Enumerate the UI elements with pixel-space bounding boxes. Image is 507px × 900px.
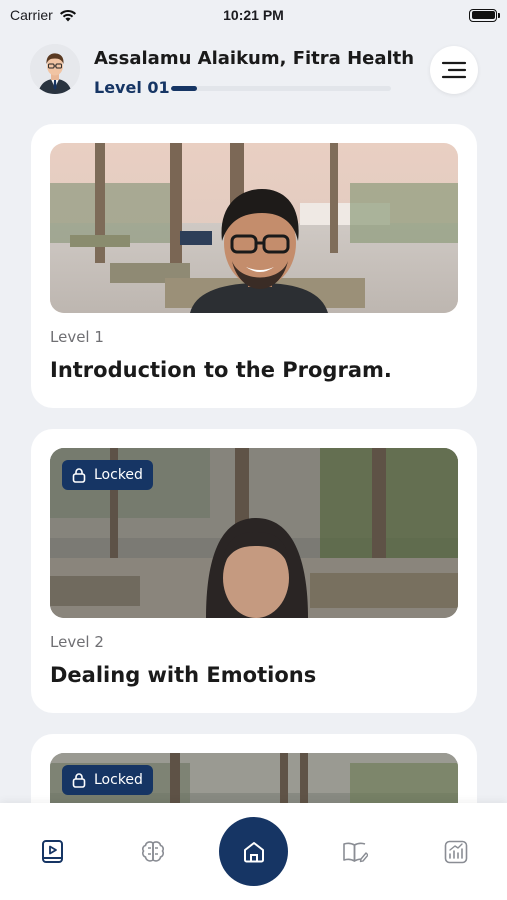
nav-video-lessons[interactable]: [40, 839, 66, 865]
carrier-label: Carrier: [10, 7, 53, 23]
lesson-level: Level 2: [50, 633, 104, 651]
locked-badge: Locked: [62, 765, 153, 795]
nav-home-button[interactable]: [219, 817, 288, 886]
brain-icon: [142, 841, 164, 862]
lesson-title: Dealing with Emotions: [50, 663, 317, 687]
level-progress-fill: [171, 86, 198, 91]
lesson-card-1[interactable]: Level 1 Introduction to the Program.: [31, 124, 477, 408]
status-bar: Carrier 10:21 PM: [0, 0, 507, 30]
nav-mind[interactable]: [140, 839, 166, 865]
lock-icon: [72, 773, 86, 788]
lesson-card-2[interactable]: Locked Level 2 Dealing with Emotions: [31, 429, 477, 713]
header: Assalamu Alaikum, Fitra Health Level 01: [30, 44, 478, 98]
locked-label: Locked: [94, 772, 143, 788]
menu-icon: [441, 61, 467, 79]
level-progress-bar: [171, 86, 391, 91]
user-avatar-icon: [30, 44, 80, 94]
video-lessons-icon: [42, 840, 63, 863]
home-icon: [243, 841, 264, 862]
progress-chart-icon: [444, 840, 468, 864]
lesson-title: Introduction to the Program.: [50, 358, 392, 382]
greeting-text: Assalamu Alaikum, Fitra Health: [94, 48, 415, 69]
avatar[interactable]: [30, 44, 80, 94]
nav-progress[interactable]: [443, 839, 469, 865]
lesson-video-thumbnail[interactable]: [50, 143, 458, 313]
lesson-video-thumbnail[interactable]: Locked: [50, 448, 458, 618]
lock-icon: [72, 468, 86, 483]
journal-icon: [343, 842, 369, 863]
menu-button[interactable]: [430, 46, 478, 94]
locked-badge: Locked: [62, 460, 153, 490]
level-label: Level 01: [94, 78, 170, 97]
battery-icon: [469, 8, 500, 22]
video-thumbnail-image: [50, 143, 458, 313]
nav-journal[interactable]: [342, 839, 369, 865]
locked-label: Locked: [94, 467, 143, 483]
wifi-icon: [59, 9, 76, 21]
bottom-navigation: [0, 803, 507, 900]
lesson-level: Level 1: [50, 328, 104, 346]
